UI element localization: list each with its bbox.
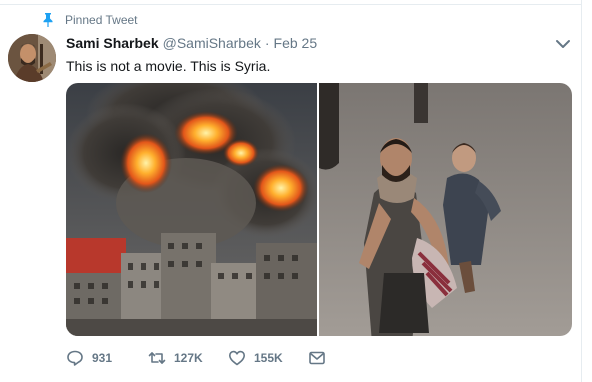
separator-dot: · [264, 35, 270, 51]
top-divider [0, 4, 581, 5]
pinned-label: Pinned Tweet [65, 13, 138, 27]
retweet-icon [148, 352, 166, 364]
tweet-actions: 931 127K 155K [66, 348, 334, 368]
user-name[interactable]: Sami Sharbek [66, 35, 159, 51]
tweet-header: Sami Sharbek @SamiSharbek · Feb 25 [66, 35, 317, 51]
chevron-down-icon [556, 40, 570, 48]
media-photo-explosion[interactable] [66, 83, 317, 336]
like-button[interactable]: 155K [228, 349, 308, 367]
pin-icon [42, 13, 54, 27]
tweet-text: This is not a movie. This is Syria. [66, 58, 271, 74]
tweet-card[interactable]: Pinned Tweet Sami Sharbek @SamiSharbek ·… [0, 0, 592, 382]
user-handle[interactable]: @SamiSharbek [163, 35, 261, 51]
tweet-timestamp[interactable]: Feb 25 [274, 35, 318, 51]
avatar[interactable] [8, 34, 56, 82]
direct-message-button[interactable] [308, 349, 334, 367]
reply-count: 931 [92, 351, 113, 365]
media-photo-man-carrying-child[interactable] [319, 83, 572, 336]
reply-icon [67, 350, 83, 366]
like-count: 155K [254, 351, 283, 365]
right-divider [581, 0, 582, 382]
more-options-button[interactable] [555, 37, 571, 51]
reply-button[interactable]: 931 [66, 349, 148, 367]
like-icon [229, 350, 245, 366]
retweet-button[interactable]: 127K [148, 349, 228, 367]
retweet-count: 127K [174, 351, 203, 365]
pinned-indicator: Pinned Tweet [42, 12, 138, 28]
tweet-media[interactable] [66, 83, 572, 336]
message-icon [309, 351, 325, 365]
